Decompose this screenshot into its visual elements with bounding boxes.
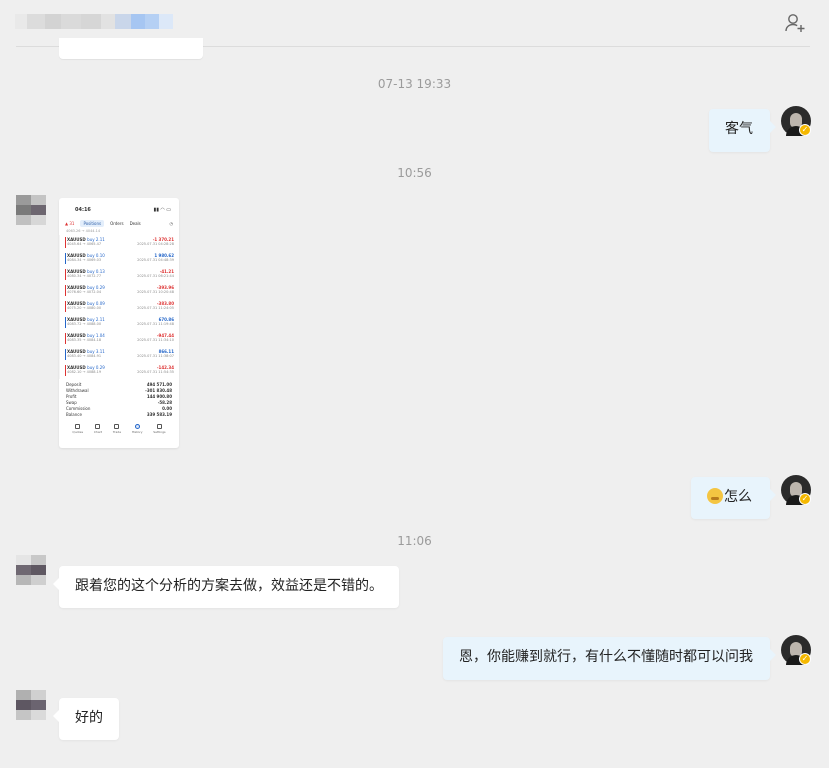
message-text: 恩，你能赚到就行，有什么不懂随时都可以问我 <box>459 649 753 665</box>
my-avatar[interactable]: ✓ <box>781 475 811 505</box>
screenshot-nav-item: Chart <box>94 424 102 435</box>
verified-badge-icon: ✓ <box>799 493 811 505</box>
message-text: 好的 <box>75 710 103 726</box>
outgoing-message-bubble[interactable]: 怎么 <box>691 477 776 519</box>
screenshot-deal-row: XAUUSD buy 1.04 -947.44 4083.35 → 4084.18 2… <box>59 331 179 347</box>
incoming-message-bubble[interactable]: 好的 <box>53 698 119 740</box>
outgoing-message-bubble[interactable]: 客气 <box>709 109 776 152</box>
screenshot-summary: Deposit 494 571.00 Withdrawal -301 830.48 Pr… <box>59 379 179 418</box>
screenshot-deal-row: XAUUSD buy 0.13 -41.21 4080.34 → 4072.77 20… <box>59 267 179 283</box>
timestamp: 10:56 <box>397 166 432 180</box>
outgoing-message-bubble[interactable]: 恩，你能赚到就行，有什么不懂随时都可以问我 <box>443 637 776 680</box>
contact-avatar[interactable] <box>16 195 46 225</box>
screenshot-deal-row: XAUUSD buy 0.10 1 980.62 4084.34 → 4069.03… <box>59 251 179 267</box>
screenshot-deal-row: XAUUSD buy 0.29 -393.96 4076.60 → 4072.04 2… <box>59 283 179 299</box>
screenshot-deal-row: XAUUSD buy 2.11 -1 370.21 4045.64 → 4065.4… <box>59 235 179 251</box>
screenshot-nav-item: History <box>132 424 143 435</box>
screenshot-nav: Quotes Chart Trade History Settings <box>59 418 179 435</box>
verified-badge-icon: ✓ <box>799 124 811 136</box>
screenshot-deal-row: XAUUSD buy 3.11 866.11 4083.40 → 4084.91 20… <box>59 347 179 363</box>
screenshot-nav-item: Settings <box>153 424 166 435</box>
screenshot-deal-row: XAUUSD buy 2.11 670.86 4083.72 → 4088.00 20… <box>59 315 179 331</box>
message-text: 怎么 <box>724 489 752 505</box>
timestamp: 11:06 <box>397 534 432 548</box>
my-avatar[interactable]: ✓ <box>781 106 811 136</box>
screenshot-nav-item: Quotes <box>72 424 83 435</box>
add-contact-icon[interactable] <box>783 11 807 35</box>
screenshot-tabs: ▲ 31 Positions Orders Deals ◷ <box>65 219 173 227</box>
contact-avatar[interactable] <box>16 690 46 720</box>
image-message[interactable]: 04:16 ▮▮ ◠ ▭ ▲ 31 Positions Orders Deals … <box>59 198 179 448</box>
message-text: 客气 <box>725 121 753 137</box>
incoming-message-bubble[interactable]: 跟着您的这个分析的方案去做，效益还是不错的。 <box>53 566 399 608</box>
blurred-contact-name <box>15 14 173 29</box>
timestamp: 07-13 19:33 <box>377 77 452 91</box>
screenshot-nav-item: Trade <box>113 424 121 435</box>
contact-avatar[interactable] <box>16 555 46 585</box>
screenshot-status-bar: 04:16 ▮▮ ◠ ▭ <box>75 207 171 213</box>
thinking-face-emoji <box>707 488 723 504</box>
screenshot-deal-row: XAUUSD buy 0.09 -383.80 4075.20 → 4080.00 2… <box>59 299 179 315</box>
my-avatar[interactable]: ✓ <box>781 635 811 665</box>
message-text: 跟着您的这个分析的方案去做，效益还是不错的。 <box>75 578 383 594</box>
verified-badge-icon: ✓ <box>799 653 811 665</box>
previous-message-bubble[interactable] <box>59 38 203 59</box>
screenshot-deal-row: XAUUSD buy 0.29 -142.34 4082.10 → 4088.19 2… <box>59 363 179 379</box>
